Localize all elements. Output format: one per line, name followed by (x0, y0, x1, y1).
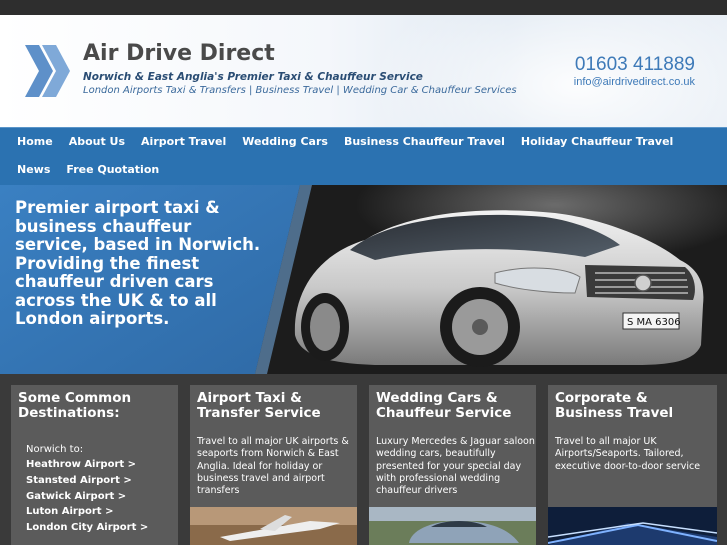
top-bar (0, 0, 727, 15)
airport-box[interactable]: Airport Taxi & Transfer Service Travel t… (190, 385, 357, 545)
corporate-box[interactable]: Corporate & Business Travel Travel to al… (548, 385, 717, 545)
airport-text: Travel to all major UK airports & seapor… (197, 436, 349, 497)
wedding-title[interactable]: Wedding Cars & Chauffeur Service (376, 391, 536, 421)
nav-item-home[interactable]: Home (9, 128, 61, 156)
email-link[interactable]: info@airdrivedirect.co.uk (574, 76, 695, 88)
phone-number: 01603 411889 (574, 54, 695, 75)
destinations-title: Some Common Destinations: (18, 390, 132, 421)
nav-item-about-us[interactable]: About Us (61, 128, 133, 156)
destinations-label: Norwich to: (26, 444, 84, 455)
nav-item-news[interactable]: News (9, 156, 58, 184)
site-brand[interactable]: Air Drive Direct (83, 41, 275, 66)
wedding-box[interactable]: Wedding Cars & Chauffeur Service Luxury … (369, 385, 536, 545)
link-stansted[interactable]: Stansted Airport > (26, 473, 148, 489)
airport-title[interactable]: Airport Taxi & Transfer Service (197, 391, 357, 421)
destinations-box: Some Common Destinations: Norwich to: He… (11, 385, 178, 545)
feature-boxes: Some Common Destinations: Norwich to: He… (11, 385, 717, 545)
link-gatwick[interactable]: Gatwick Airport > (26, 489, 148, 505)
link-heathrow[interactable]: Heathrow Airport > (26, 457, 148, 473)
nav-item-airport-travel[interactable]: Airport Travel (133, 128, 234, 156)
link-luton[interactable]: Luton Airport > (26, 504, 148, 520)
nav-item-business-chauffeur[interactable]: Business Chauffeur Travel (336, 128, 513, 156)
nav-item-wedding-cars[interactable]: Wedding Cars (234, 128, 336, 156)
site-header: Air Drive Direct Norwich & East Anglia's… (0, 15, 727, 127)
hero-headline: Premier airport taxi & business chauffeu… (15, 198, 261, 328)
link-london-city[interactable]: London City Airport > (26, 520, 148, 536)
private-jet-image[interactable] (190, 507, 357, 545)
corporate-text: Travel to all major UK Airports/Seaports… (555, 436, 701, 472)
site-tagline: Norwich & East Anglia's Premier Taxi & C… (83, 71, 423, 83)
hero-banner: S MA 6306 Premier airport taxi & busines… (0, 185, 727, 374)
main-nav: Home About Us Airport Travel Wedding Car… (0, 127, 727, 186)
city-lights-image[interactable] (548, 507, 717, 545)
wedding-text: Luxury Mercedes & Jaguar saloon wedding … (376, 436, 535, 497)
site-services-line: London Airports Taxi & Transfers | Busin… (83, 85, 517, 96)
nav-item-free-quotation[interactable]: Free Quotation (58, 156, 167, 184)
nav-item-holiday-chauffeur[interactable]: Holiday Chauffeur Travel (513, 128, 681, 156)
corporate-title[interactable]: Corporate & Business Travel (555, 391, 717, 421)
double-chevron-icon[interactable] (22, 43, 72, 99)
wedding-car-image[interactable] (369, 507, 536, 545)
